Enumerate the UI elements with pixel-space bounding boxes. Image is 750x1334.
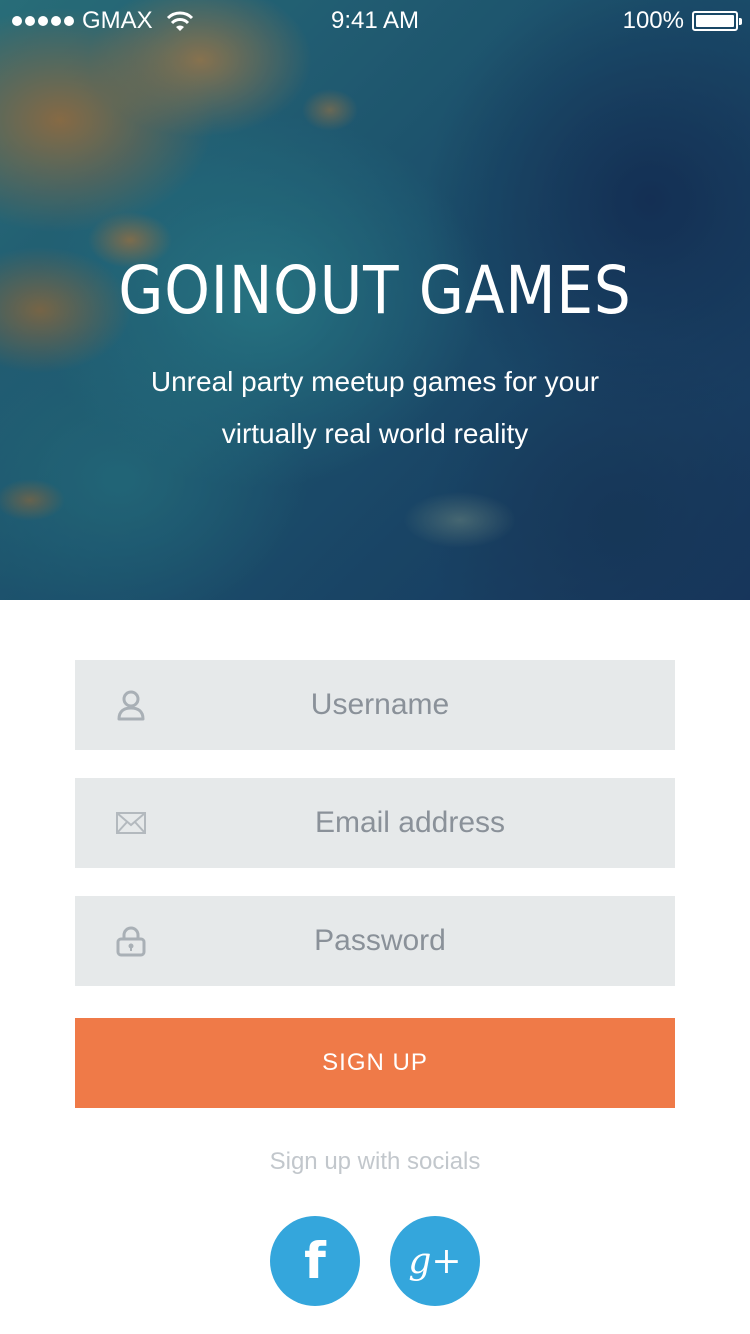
lock-icon [116,926,146,957]
username-input[interactable] [75,660,675,750]
battery-percentage: 100% [622,7,684,34]
status-right: 100% [622,7,742,34]
status-bar: GMAX 9:41 AM 100% [0,0,750,42]
socials-label: Sign up with socials [269,1148,481,1175]
google-plus-icon: g+ [408,1240,462,1282]
username-field[interactable] [75,660,675,750]
envelope-icon [116,812,146,834]
email-input[interactable] [75,778,675,868]
user-icon [117,690,145,721]
facebook-button[interactable]: f [270,1216,360,1306]
signup-button[interactable]: SIGN UP [75,1018,675,1108]
google-plus-button[interactable]: g+ [390,1216,480,1306]
app-title: GOINOUT GAMES [118,252,632,329]
email-field[interactable] [75,778,675,868]
password-field[interactable] [75,896,675,986]
password-input[interactable] [75,896,675,986]
app-tagline: Unreal party meetup games for your virtu… [150,366,600,449]
facebook-icon: f [304,1232,326,1290]
battery-icon [692,11,742,31]
